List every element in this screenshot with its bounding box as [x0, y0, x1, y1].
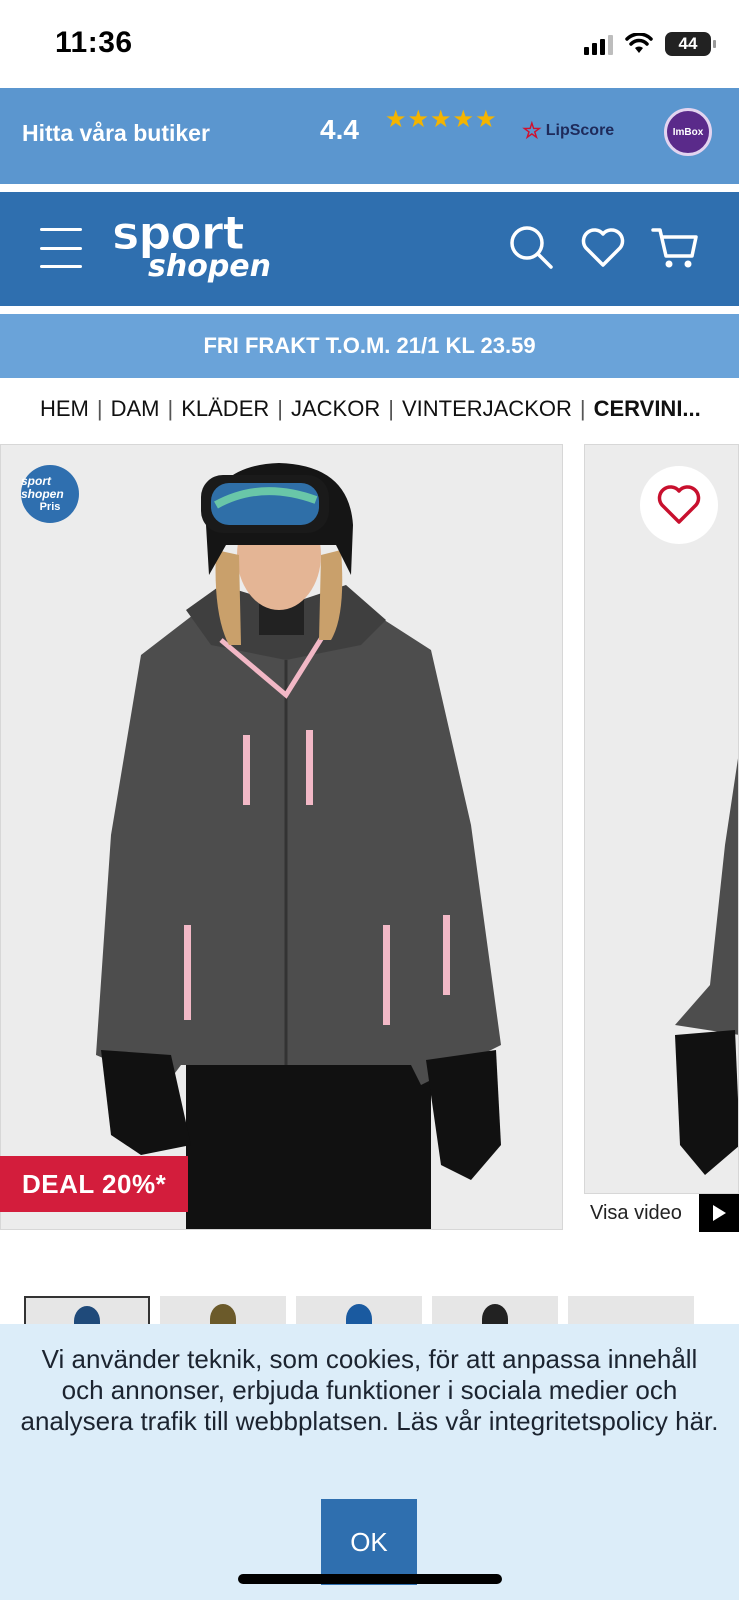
wishlist-button[interactable]	[640, 466, 718, 544]
rating-value: 4.4	[320, 114, 359, 145]
home-indicator[interactable]	[238, 1574, 502, 1584]
product-photo-jacket	[1, 445, 562, 1229]
shipping-banner: FRI FRAKT T.O.M. 21/1 KL 23.59	[0, 314, 739, 378]
breadcrumb-item-klader[interactable]: KLÄDER	[181, 396, 269, 421]
video-link-label: Visa video	[590, 1201, 682, 1224]
product-image-next[interactable]	[584, 444, 739, 1194]
imbox-label: ImBox	[672, 126, 704, 138]
wifi-icon	[625, 33, 653, 53]
heart-icon[interactable]	[578, 222, 628, 272]
imbox-award-badge: ImBox	[664, 108, 712, 156]
find-stores-link[interactable]: Hitta våra butiker	[22, 120, 210, 147]
cart-icon[interactable]	[650, 222, 700, 272]
status-bar: 11:36 44	[0, 0, 739, 88]
breadcrumb-item-hem[interactable]: HEM	[40, 396, 89, 421]
star-icon: ★	[385, 106, 407, 133]
battery-icon: 44	[665, 32, 716, 56]
deal-badge: DEAL 20%*	[0, 1156, 188, 1212]
price-badge-label: Pris	[39, 501, 61, 514]
lipscore-logo[interactable]: ☆ LipScore	[522, 120, 614, 142]
breadcrumb-item-dam[interactable]: DAM	[111, 396, 160, 421]
breadcrumb-current: CERVINI...	[593, 396, 701, 421]
signal-icon	[584, 33, 613, 55]
breadcrumb-item-jackor[interactable]: JACKOR	[291, 396, 380, 421]
star-icon: ★	[452, 106, 475, 133]
video-link[interactable]: Visa video	[580, 1194, 739, 1232]
lipscore-star-icon: ☆	[522, 118, 542, 143]
play-icon	[699, 1194, 739, 1232]
price-badge: sport shopen Pris	[21, 465, 79, 523]
star-icon: ★	[407, 106, 430, 133]
lipscore-label: LipScore	[545, 122, 615, 139]
product-image-main[interactable]: sport shopen Pris	[0, 444, 563, 1230]
product-photo-jacket-back	[585, 445, 738, 1193]
price-badge-logo: sport shopen	[21, 473, 64, 501]
sportshopen-logo[interactable]: sport shopen	[112, 210, 282, 290]
star-icon: ★	[430, 106, 452, 133]
status-time: 11:36	[55, 26, 133, 59]
menu-icon[interactable]	[40, 228, 82, 268]
breadcrumb-item-vinterjackor[interactable]: VINTERJACKOR	[402, 396, 572, 421]
rating-stars: ★ ★ ★ ★ ★	[385, 108, 497, 132]
logo-bottom-text: shopen	[148, 249, 272, 284]
status-icons: 44	[584, 32, 716, 56]
cookie-ok-button[interactable]: OK	[321, 1499, 417, 1585]
half-star-icon: ★	[475, 106, 497, 133]
rating-bar: Hitta våra butiker 4.4 ★ ★ ★ ★ ★ ☆ LipSc…	[0, 88, 739, 184]
cookie-banner: Vi använder teknik, som cookies, för att…	[0, 1324, 739, 1600]
breadcrumb: HEM | DAM | KLÄDER | JACKOR | VINTERJACKOR | CERVI…	[40, 396, 701, 421]
main-header: sport shopen	[0, 192, 739, 306]
cookie-text: Vi använder teknik, som cookies, för att…	[20, 1344, 719, 1436]
heart-outline-icon	[657, 485, 701, 524]
search-icon[interactable]	[506, 222, 556, 272]
